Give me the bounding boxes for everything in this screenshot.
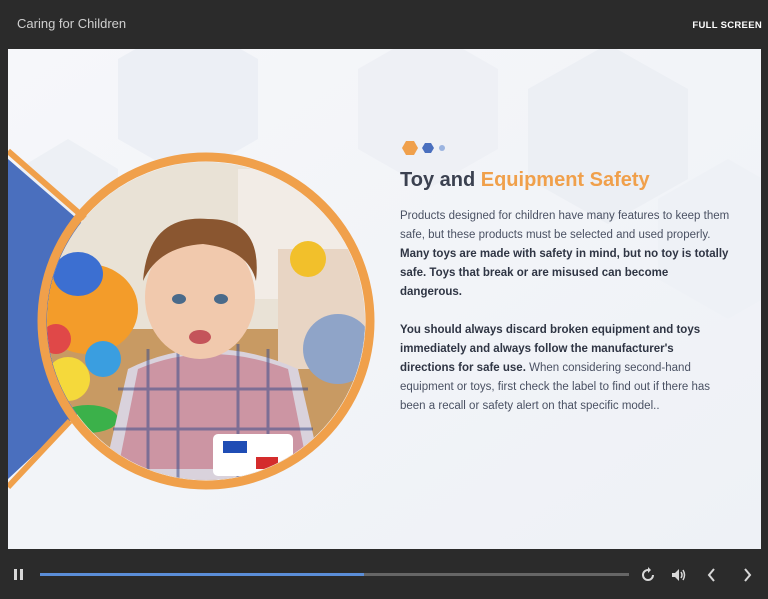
progress-fill	[40, 573, 364, 576]
next-button[interactable]	[741, 567, 753, 588]
fullscreen-button[interactable]: FULL SCREEN	[692, 20, 762, 31]
slide-content: Toy and Equipment Safety Products design…	[8, 49, 761, 549]
hexagon-dots-decoration	[402, 141, 445, 155]
previous-button[interactable]	[706, 567, 718, 588]
volume-icon	[672, 569, 686, 581]
progress-bar[interactable]	[40, 573, 629, 576]
pause-icon	[14, 569, 17, 580]
pause-button[interactable]	[14, 569, 26, 581]
top-bar: Caring for Children FULL SCREEN	[0, 0, 768, 48]
chevron-left-icon	[707, 568, 715, 582]
heading-text-part1: Toy and	[400, 169, 481, 191]
replay-button[interactable]	[641, 567, 655, 588]
paragraph-1-normal: Products designed for children have many…	[400, 210, 730, 241]
paragraph-2: You should always discard broken equipme…	[400, 321, 730, 416]
replay-icon	[642, 567, 654, 581]
slide-heading: Toy and Equipment Safety	[400, 169, 650, 192]
heading-text-accent: Equipment Safety	[480, 169, 650, 191]
chevron-right-icon	[744, 568, 752, 582]
paragraph-1: Products designed for children have many…	[400, 207, 730, 302]
paragraph-1-bold: Many toys are made with safety in mind, …	[400, 248, 729, 298]
slide-body: Products designed for children have many…	[400, 207, 730, 435]
volume-button[interactable]	[671, 567, 687, 588]
course-title: Caring for Children	[17, 16, 127, 31]
player-controls	[0, 551, 768, 599]
